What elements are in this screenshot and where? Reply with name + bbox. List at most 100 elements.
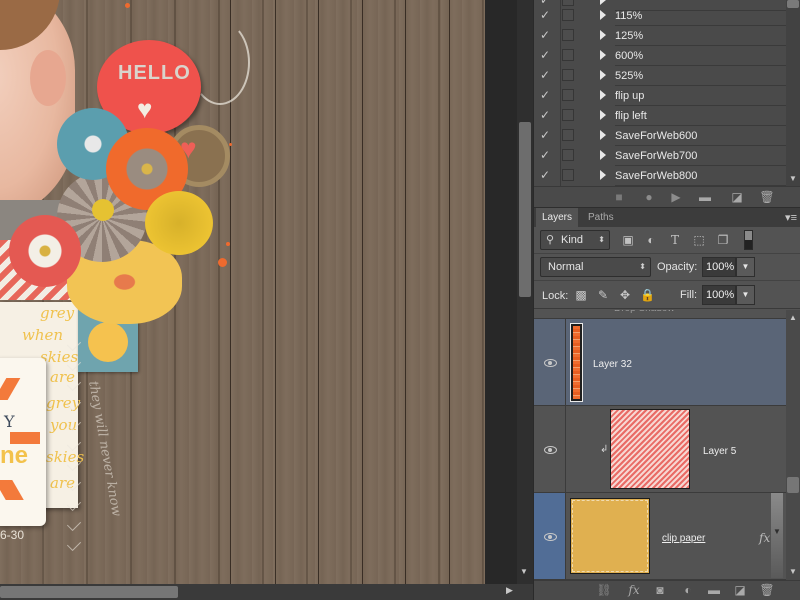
action-row[interactable]: ✓ SaveForWeb700: [534, 146, 787, 166]
expand-triangle-icon[interactable]: [600, 90, 606, 100]
effects-expand-toggle[interactable]: ▼: [771, 493, 783, 578]
action-row[interactable]: ✓ 600%: [534, 46, 787, 66]
checkmark-icon[interactable]: ✓: [540, 148, 554, 162]
opacity-input[interactable]: 100%: [702, 257, 736, 277]
dialog-toggle-box[interactable]: [562, 89, 574, 101]
new-action-icon[interactable]: ◪: [729, 190, 745, 204]
layer-row[interactable]: ↲ Layer 5: [534, 406, 786, 493]
layer-name[interactable]: Layer 5: [703, 446, 736, 457]
action-name[interactable]: 525%: [615, 66, 787, 86]
layer-thumbnail[interactable]: [570, 498, 650, 574]
action-row[interactable]: ✓ flip up: [534, 86, 787, 106]
expand-triangle-icon[interactable]: [600, 150, 606, 160]
visibility-toggle[interactable]: [534, 493, 566, 579]
fill-dropdown-button[interactable]: ▼: [736, 285, 755, 305]
dialog-toggle-box[interactable]: [562, 129, 574, 141]
dialog-toggle-box[interactable]: [562, 49, 574, 61]
eye-icon[interactable]: [544, 359, 557, 367]
canvas-vertical-scrollbar[interactable]: ▼: [517, 0, 533, 584]
action-name[interactable]: SaveForWeb700: [615, 146, 787, 166]
expand-triangle-icon[interactable]: [600, 170, 606, 180]
filter-on-off-toggle[interactable]: [744, 230, 753, 250]
add-layer-mask-icon[interactable]: ◙: [652, 583, 668, 597]
record-icon[interactable]: ●: [641, 190, 657, 204]
scroll-up-arrow-icon[interactable]: ▲: [789, 313, 797, 322]
lock-all-padlock-icon[interactable]: 🔒: [640, 287, 655, 303]
add-layer-style-fx-icon[interactable]: fx: [626, 583, 642, 597]
pixel-layer-filter-icon[interactable]: ▣: [620, 232, 636, 248]
layers-scrollbar[interactable]: ▲ ▼: [786, 310, 800, 580]
type-layer-filter-icon[interactable]: T: [667, 232, 683, 248]
action-row[interactable]: ✓ 525%: [534, 66, 787, 86]
checkmark-icon[interactable]: ✓: [540, 48, 554, 62]
expand-triangle-icon[interactable]: [600, 30, 606, 40]
eye-icon[interactable]: [544, 446, 557, 454]
checkmark-icon[interactable]: ✓: [540, 88, 554, 102]
layer-name[interactable]: Layer 32: [593, 359, 632, 370]
folder-icon[interactable]: ▬: [697, 190, 713, 204]
canvas-vertical-scroll-thumb[interactable]: [519, 122, 531, 297]
layer-thumbnail[interactable]: [610, 409, 690, 489]
lock-image-pixels-brush-icon[interactable]: ✎: [596, 287, 610, 303]
checkmark-icon[interactable]: ✓: [540, 68, 554, 82]
expand-triangle-icon[interactable]: [600, 10, 606, 20]
play-icon[interactable]: ▶: [668, 190, 684, 204]
layer-thumbnail[interactable]: [570, 323, 583, 402]
scroll-down-arrow-icon[interactable]: ▼: [789, 174, 797, 183]
dialog-toggle-box[interactable]: [562, 29, 574, 41]
effect-name[interactable]: Drop Shadow: [614, 310, 675, 314]
action-name[interactable]: 125%: [615, 26, 787, 46]
trash-icon[interactable]: 🗑: [759, 583, 775, 597]
action-row[interactable]: ✓ flip left: [534, 106, 787, 126]
chevron-down-icon[interactable]: ▼: [773, 527, 781, 536]
new-adjustment-layer-icon[interactable]: ◐: [680, 583, 696, 597]
action-name[interactable]: SaveForWeb800: [615, 166, 787, 186]
panel-menu-icon[interactable]: ▾≡: [785, 211, 797, 224]
scroll-right-arrow-icon[interactable]: ▶: [506, 585, 513, 596]
effect-row-partial[interactable]: Drop Shadow: [534, 310, 786, 319]
fill-input[interactable]: 100%: [702, 285, 736, 305]
visibility-toggle[interactable]: [534, 406, 566, 492]
expand-triangle-icon[interactable]: [600, 70, 606, 80]
checkmark-icon[interactable]: ✓: [540, 8, 554, 22]
adjustment-layer-filter-icon[interactable]: ◐: [643, 232, 659, 248]
lock-position-move-icon[interactable]: ✥: [618, 287, 632, 303]
checkmark-icon[interactable]: ✓: [540, 168, 554, 182]
expand-triangle-icon[interactable]: [600, 130, 606, 140]
actions-scrollbar[interactable]: ▼: [786, 0, 800, 186]
new-layer-icon[interactable]: ◪: [732, 583, 748, 597]
layers-scroll-thumb[interactable]: [787, 477, 799, 493]
canvas-horizontal-scroll-thumb[interactable]: [0, 586, 178, 598]
new-group-folder-icon[interactable]: ▬: [706, 583, 722, 597]
dialog-toggle-box[interactable]: [562, 169, 574, 181]
visibility-toggle[interactable]: [534, 319, 566, 405]
action-name[interactable]: flip up: [615, 86, 787, 106]
dialog-toggle-box[interactable]: [562, 149, 574, 161]
checkmark-icon[interactable]: ✓: [540, 108, 554, 122]
layer-effects-icon[interactable]: fx: [759, 531, 770, 545]
tab-layers[interactable]: Layers: [536, 208, 579, 228]
action-name[interactable]: flip left: [615, 106, 787, 126]
canvas-horizontal-scrollbar[interactable]: ▶: [0, 584, 517, 600]
expand-triangle-icon[interactable]: [600, 110, 606, 120]
action-row[interactable]: ✓ SaveForWeb600: [534, 126, 787, 146]
scrapbook-artwork[interactable]: grey when skies are grey you skies are Y…: [0, 0, 485, 584]
opacity-dropdown-button[interactable]: ▼: [736, 257, 755, 277]
tab-paths[interactable]: Paths: [582, 208, 620, 228]
filter-kind-select[interactable]: ⚲ Kind ⬍: [540, 230, 610, 250]
scroll-down-arrow-icon[interactable]: ▼: [789, 567, 797, 576]
blend-mode-select[interactable]: Normal ⬍: [540, 257, 651, 277]
dialog-toggle-box[interactable]: [562, 9, 574, 21]
shape-layer-filter-icon[interactable]: ⬚: [691, 232, 707, 248]
scroll-down-arrow-icon[interactable]: ▼: [520, 567, 528, 576]
action-name[interactable]: 600%: [615, 46, 787, 66]
layer-row[interactable]: clip paper fx ▼: [534, 493, 786, 580]
checkmark-icon[interactable]: ✓: [540, 28, 554, 42]
action-row[interactable]: ✓ 115%: [534, 6, 787, 26]
layer-row-selected[interactable]: Layer 32: [534, 319, 786, 406]
layer-name[interactable]: clip paper: [662, 533, 705, 544]
stop-icon[interactable]: ■: [611, 190, 627, 204]
link-layers-icon[interactable]: ⛓: [596, 583, 612, 597]
lock-transparent-pixels-icon[interactable]: ▩: [574, 287, 588, 303]
smart-object-filter-icon[interactable]: ❐: [715, 232, 731, 248]
